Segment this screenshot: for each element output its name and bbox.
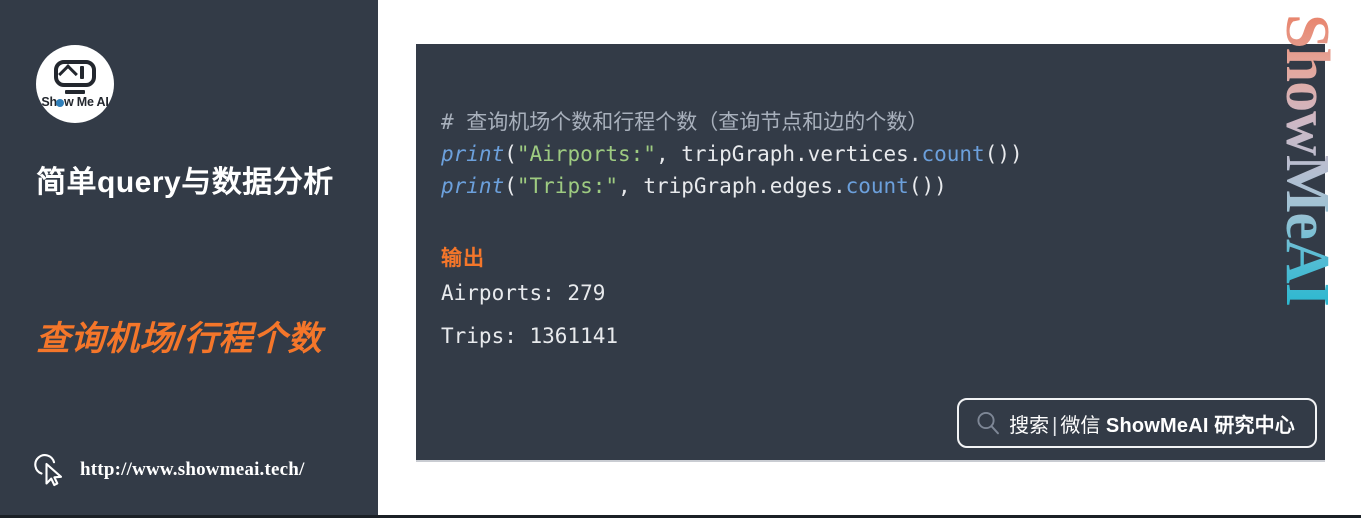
code-token: print xyxy=(441,142,505,166)
search-label: 搜索 xyxy=(1009,414,1050,437)
code-line: print("Trips:", tripGraph.edges.count()) xyxy=(441,170,1305,202)
code-panel: # 查询机场个数和行程个数（查询节点和边的个数） print("Airports… xyxy=(416,44,1325,462)
output-line: Airports: 279 xyxy=(441,281,606,305)
brand-logo: Sh w Me AI xyxy=(36,45,114,123)
code-token: , tripGraph.vertices. xyxy=(655,142,922,166)
sidebar-footer: http://www.showmeai.tech/ xyxy=(34,453,305,487)
code-token: print xyxy=(441,174,505,198)
code-token: ( xyxy=(504,142,517,166)
code-token-comment: # 查询机场个数和行程个数（查询节点和边的个数） xyxy=(441,110,929,134)
code-block: # 查询机场个数和行程个数（查询节点和边的个数） print("Airports… xyxy=(441,106,1305,358)
channel-label: 微信 xyxy=(1060,414,1101,437)
code-token: , tripGraph.edges. xyxy=(618,174,846,198)
code-token: "Airports:" xyxy=(516,142,656,166)
logo-wordmark: Sh w Me AI xyxy=(36,95,114,109)
output-line: Trips: 1361141 xyxy=(441,324,619,348)
output-label: 输出 xyxy=(441,247,485,270)
code-token: ()) xyxy=(984,142,1023,166)
magnifier-icon xyxy=(977,411,1000,435)
code-token: count xyxy=(921,142,985,166)
code-token: ()) xyxy=(908,174,947,198)
separator: | xyxy=(1052,414,1058,437)
logo-wordmark-suffix: w Me AI xyxy=(63,95,109,109)
brand-name: ShowMeAI xyxy=(1105,414,1209,437)
slide-canvas: Sh w Me AI 简单query与数据分析 查询机场/行程个数 http://… xyxy=(0,0,1361,518)
bar-eye-icon xyxy=(80,66,84,79)
website-url[interactable]: http://www.showmeai.tech/ xyxy=(80,459,305,481)
mouse-pointer-icon xyxy=(34,454,63,487)
search-badge-text: 搜索 | 微信 ShowMeAI 研究中心 xyxy=(1009,409,1295,438)
brand-suffix: 研究中心 xyxy=(1214,414,1295,437)
code-token: count xyxy=(845,174,909,198)
sidebar: Sh w Me AI 简单query与数据分析 查询机场/行程个数 http://… xyxy=(0,0,378,515)
code-line: # 查询机场个数和行程个数（查询节点和边的个数） xyxy=(441,106,1305,138)
code-token: "Trips:" xyxy=(516,174,619,198)
code-line: print("Airports:", tripGraph.vertices.co… xyxy=(441,138,1305,170)
page-subtitle: 查询机场/行程个数 xyxy=(36,320,322,358)
code-token: ( xyxy=(504,174,517,198)
page-title: 简单query与数据分析 xyxy=(36,166,334,199)
wechat-search-badge[interactable]: 搜索 | 微信 ShowMeAI 研究中心 xyxy=(957,398,1317,448)
logo-circle: Sh w Me AI xyxy=(36,45,114,123)
logo-wordmark-prefix: Sh xyxy=(41,95,57,109)
logo-mouth-bar xyxy=(65,90,85,94)
